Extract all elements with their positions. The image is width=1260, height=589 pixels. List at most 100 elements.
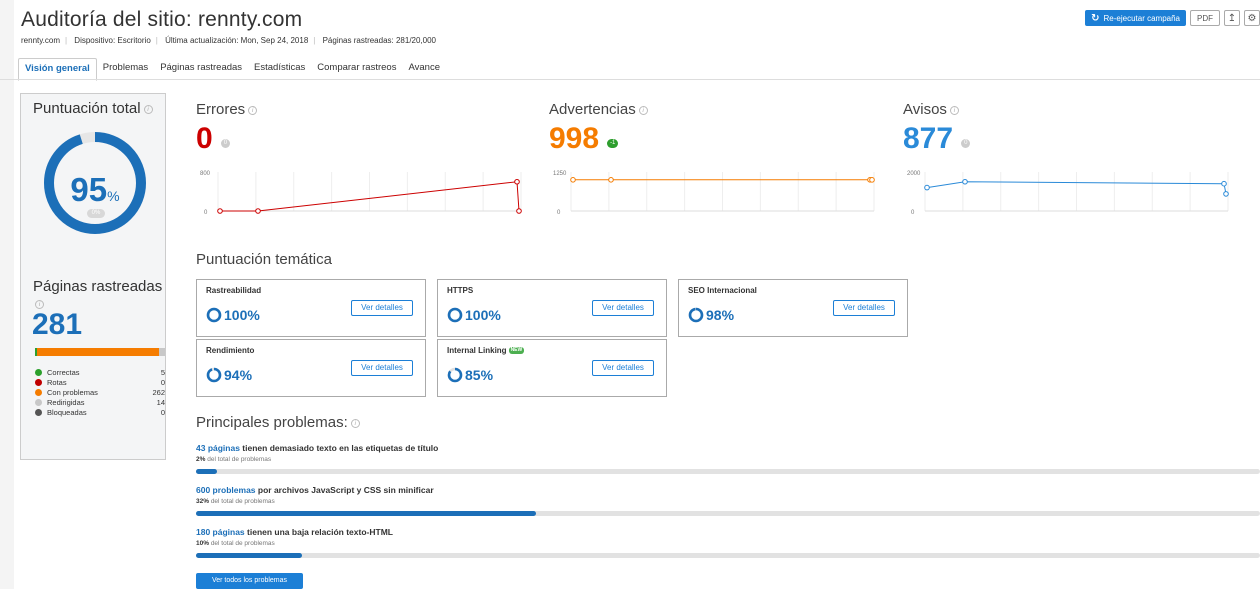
issue-description: por archivos JavaScript y CSS sin minifi… — [255, 485, 434, 495]
info-icon[interactable]: i — [143, 104, 153, 114]
thematic-card-international-seo: SEO Internacional 98% Ver detalles — [678, 279, 908, 337]
score-ring-icon — [206, 367, 222, 383]
total-score-value: 95% — [55, 171, 135, 209]
thematic-card-internal-linking: Internal Linking NEW 85% Ver detalles — [437, 339, 667, 397]
issue-suffix: del total de problemas — [209, 498, 275, 505]
errors-badge: 0 — [220, 139, 231, 149]
legend-label: Redirigidas — [47, 397, 85, 407]
info-icon[interactable]: i — [350, 418, 360, 428]
score-ring-icon — [447, 367, 463, 383]
meta-device: Dispositivo: Escritorio — [74, 36, 151, 45]
tab-statistics[interactable]: Estadísticas — [248, 58, 311, 81]
ring-fill — [206, 367, 222, 383]
warnings-badge: -1 — [607, 139, 619, 149]
warnings-trend-chart: 1250 0 — [553, 171, 875, 216]
pdf-button[interactable]: PDF — [1190, 10, 1220, 26]
left-gutter — [0, 0, 14, 589]
notices-metric: 877 0 — [903, 122, 971, 155]
trend-point[interactable] — [924, 184, 930, 191]
trend-point[interactable] — [570, 177, 576, 183]
tab-issues[interactable]: Problemas — [97, 58, 154, 81]
tab-compare-crawls[interactable]: Comparar rastreos — [311, 58, 402, 81]
y-tick-label: 800 — [200, 171, 211, 177]
legend-dot — [35, 408, 42, 416]
view-all-issues-button[interactable]: Ver todos los problemas — [196, 573, 303, 589]
legend-dot — [35, 398, 42, 406]
legend-row[interactable]: Bloqueadas 0 — [35, 407, 165, 417]
crawled-pages-legend: Correctas 5 Rotas 0 Con problemas 262 Redirigi… — [35, 368, 165, 417]
summary-panel: Puntuación total i 95% 0% Páginas rastrea… — [20, 93, 166, 460]
issue-link[interactable]: 180 páginas — [196, 527, 245, 537]
rerun-campaign-button[interactable]: ↻ Re-ejecutar campaña — [1085, 10, 1186, 26]
issue-text: 180 páginas tienen una baja relación tex… — [196, 527, 1260, 537]
legend-dot — [35, 388, 42, 396]
thematic-card-crawlability: Rastreabilidad 100% Ver detalles — [196, 279, 426, 337]
warnings-title: Advertencias i — [549, 101, 648, 118]
total-score-title: Puntuación total i — [33, 100, 153, 117]
warnings-value[interactable]: 998 — [549, 122, 599, 155]
legend-row[interactable]: Rotas 0 — [35, 378, 165, 388]
view-details-button[interactable]: Ver detalles — [351, 300, 413, 316]
trend-point[interactable] — [869, 177, 875, 183]
view-details-button[interactable]: Ver detalles — [592, 300, 654, 316]
issue-text: 600 problemas por archivos JavaScript y … — [196, 485, 1260, 495]
score-ring-icon — [206, 307, 222, 323]
errors-metric: 00 — [196, 122, 231, 155]
info-icon[interactable]: i — [949, 105, 959, 115]
notices-label: Avisos — [903, 101, 947, 118]
issue-share: 10% del total de problemas — [196, 540, 1260, 547]
issue-description: tienen demasiado texto en las etiquetas … — [239, 443, 439, 453]
view-details-button[interactable]: Ver detalles — [351, 360, 413, 376]
legend-row[interactable]: Redirigidas 14 — [35, 397, 165, 407]
trend-point[interactable] — [962, 178, 968, 185]
view-details-button[interactable]: Ver detalles — [592, 360, 654, 376]
legend-row[interactable]: Correctas 5 — [35, 368, 165, 378]
issue-link[interactable]: 600 problemas — [196, 485, 256, 495]
legend-label: Correctas — [47, 368, 80, 378]
trend-point[interactable] — [1223, 191, 1229, 197]
gear-icon[interactable]: ⚙ — [1244, 10, 1260, 26]
issue-description: tienen una baja relación texto-HTML — [244, 527, 393, 537]
issue-item: 180 páginas tienen una baja relación tex… — [196, 527, 1260, 558]
score-unit: % — [107, 188, 120, 204]
errors-value[interactable]: 0 — [196, 122, 213, 155]
info-icon[interactable]: i — [638, 105, 648, 115]
trend-point[interactable] — [255, 208, 261, 214]
warnings-metric: 998 -1 — [549, 122, 619, 155]
crawled-pages-bar — [35, 348, 165, 356]
trend-point[interactable] — [516, 208, 522, 214]
issue-suffix: del total de problemas — [209, 540, 275, 547]
warnings-label: Advertencias — [549, 101, 636, 118]
card-title: Rastreabilidad — [206, 286, 262, 295]
card-score-value: 85% — [465, 367, 494, 383]
top-issues-label: Principales problemas: — [196, 414, 348, 431]
thematic-title: Puntuación temática — [196, 251, 332, 268]
issue-share: 2% del total de problemas — [196, 456, 1260, 463]
trend-point[interactable] — [608, 177, 614, 183]
share-icon[interactable]: ↥ — [1224, 10, 1240, 26]
notices-value[interactable]: 877 — [903, 122, 953, 155]
tab-divider — [0, 79, 1260, 80]
legend-row[interactable]: Con problemas 262 — [35, 388, 165, 398]
new-badge: NEW — [508, 347, 525, 355]
tab-overview[interactable]: Visión general — [18, 58, 97, 81]
trend-point[interactable] — [1221, 180, 1227, 187]
issue-progress-track — [196, 469, 1260, 474]
trend-point[interactable] — [217, 208, 223, 214]
issue-pct: 2% — [196, 456, 206, 463]
tab-crawled-pages[interactable]: Páginas rastreadas — [154, 58, 248, 81]
legend-value: 0 — [160, 378, 165, 388]
issue-progress-fill — [196, 553, 303, 558]
card-score: 100% — [206, 307, 260, 323]
legend-label: Bloqueadas — [47, 407, 87, 417]
issue-link[interactable]: 43 páginas — [196, 443, 240, 453]
info-icon[interactable]: i — [248, 105, 258, 115]
errors-trend-chart: 800 0 — [200, 171, 522, 216]
y-tick-label: 0 — [557, 210, 561, 216]
rerun-label: Re-ejecutar campaña — [1103, 13, 1180, 23]
view-details-button[interactable]: Ver detalles — [833, 300, 895, 316]
trend-point[interactable] — [514, 178, 520, 185]
tab-progress[interactable]: Avance — [402, 58, 446, 81]
legend-dot — [35, 369, 42, 377]
legend-dot — [35, 379, 42, 387]
